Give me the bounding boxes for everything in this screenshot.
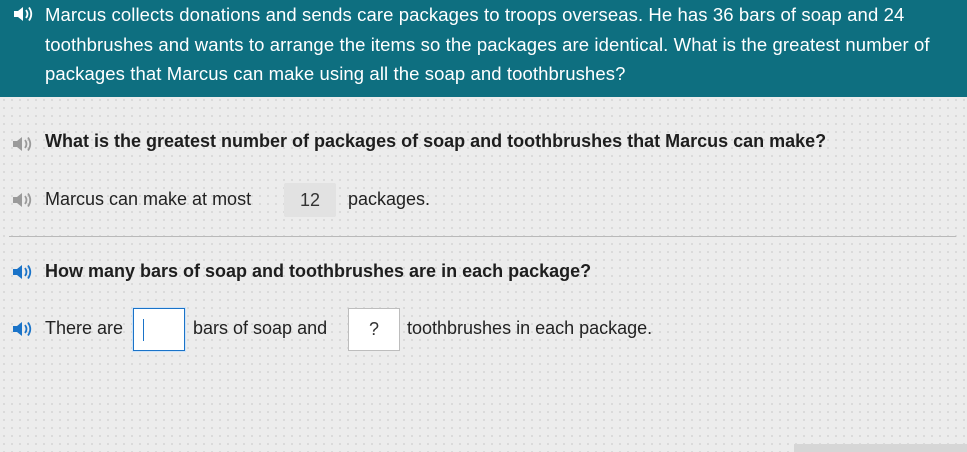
text-caret	[143, 319, 144, 341]
answer-1-value: 12	[284, 183, 336, 217]
speaker-icon[interactable]	[11, 135, 33, 153]
problem-text: Marcus collects donations and sends care…	[45, 4, 930, 84]
answer-1-suffix: packages.	[348, 189, 431, 209]
sentence-part-2: bars of soap and	[193, 318, 328, 338]
corner-panel	[794, 444, 967, 452]
divider	[9, 236, 956, 237]
question-1-prompt: What is the greatest number of packages …	[45, 131, 827, 151]
toothbrush-count-input[interactable]: ?	[348, 308, 400, 351]
speaker-icon[interactable]	[11, 263, 33, 281]
soap-count-input[interactable]	[133, 308, 185, 351]
answer-1-prefix: Marcus can make at most	[45, 189, 252, 209]
sentence-part-1: There are	[45, 318, 124, 338]
problem-banner: Marcus collects donations and sends care…	[0, 0, 967, 97]
speaker-icon[interactable]	[11, 320, 33, 338]
question-2-prompt: How many bars of soap and toothbrushes a…	[45, 261, 592, 281]
speaker-icon[interactable]	[12, 5, 34, 23]
sentence-part-3: toothbrushes in each package.	[407, 318, 653, 338]
speaker-icon[interactable]	[11, 191, 33, 209]
